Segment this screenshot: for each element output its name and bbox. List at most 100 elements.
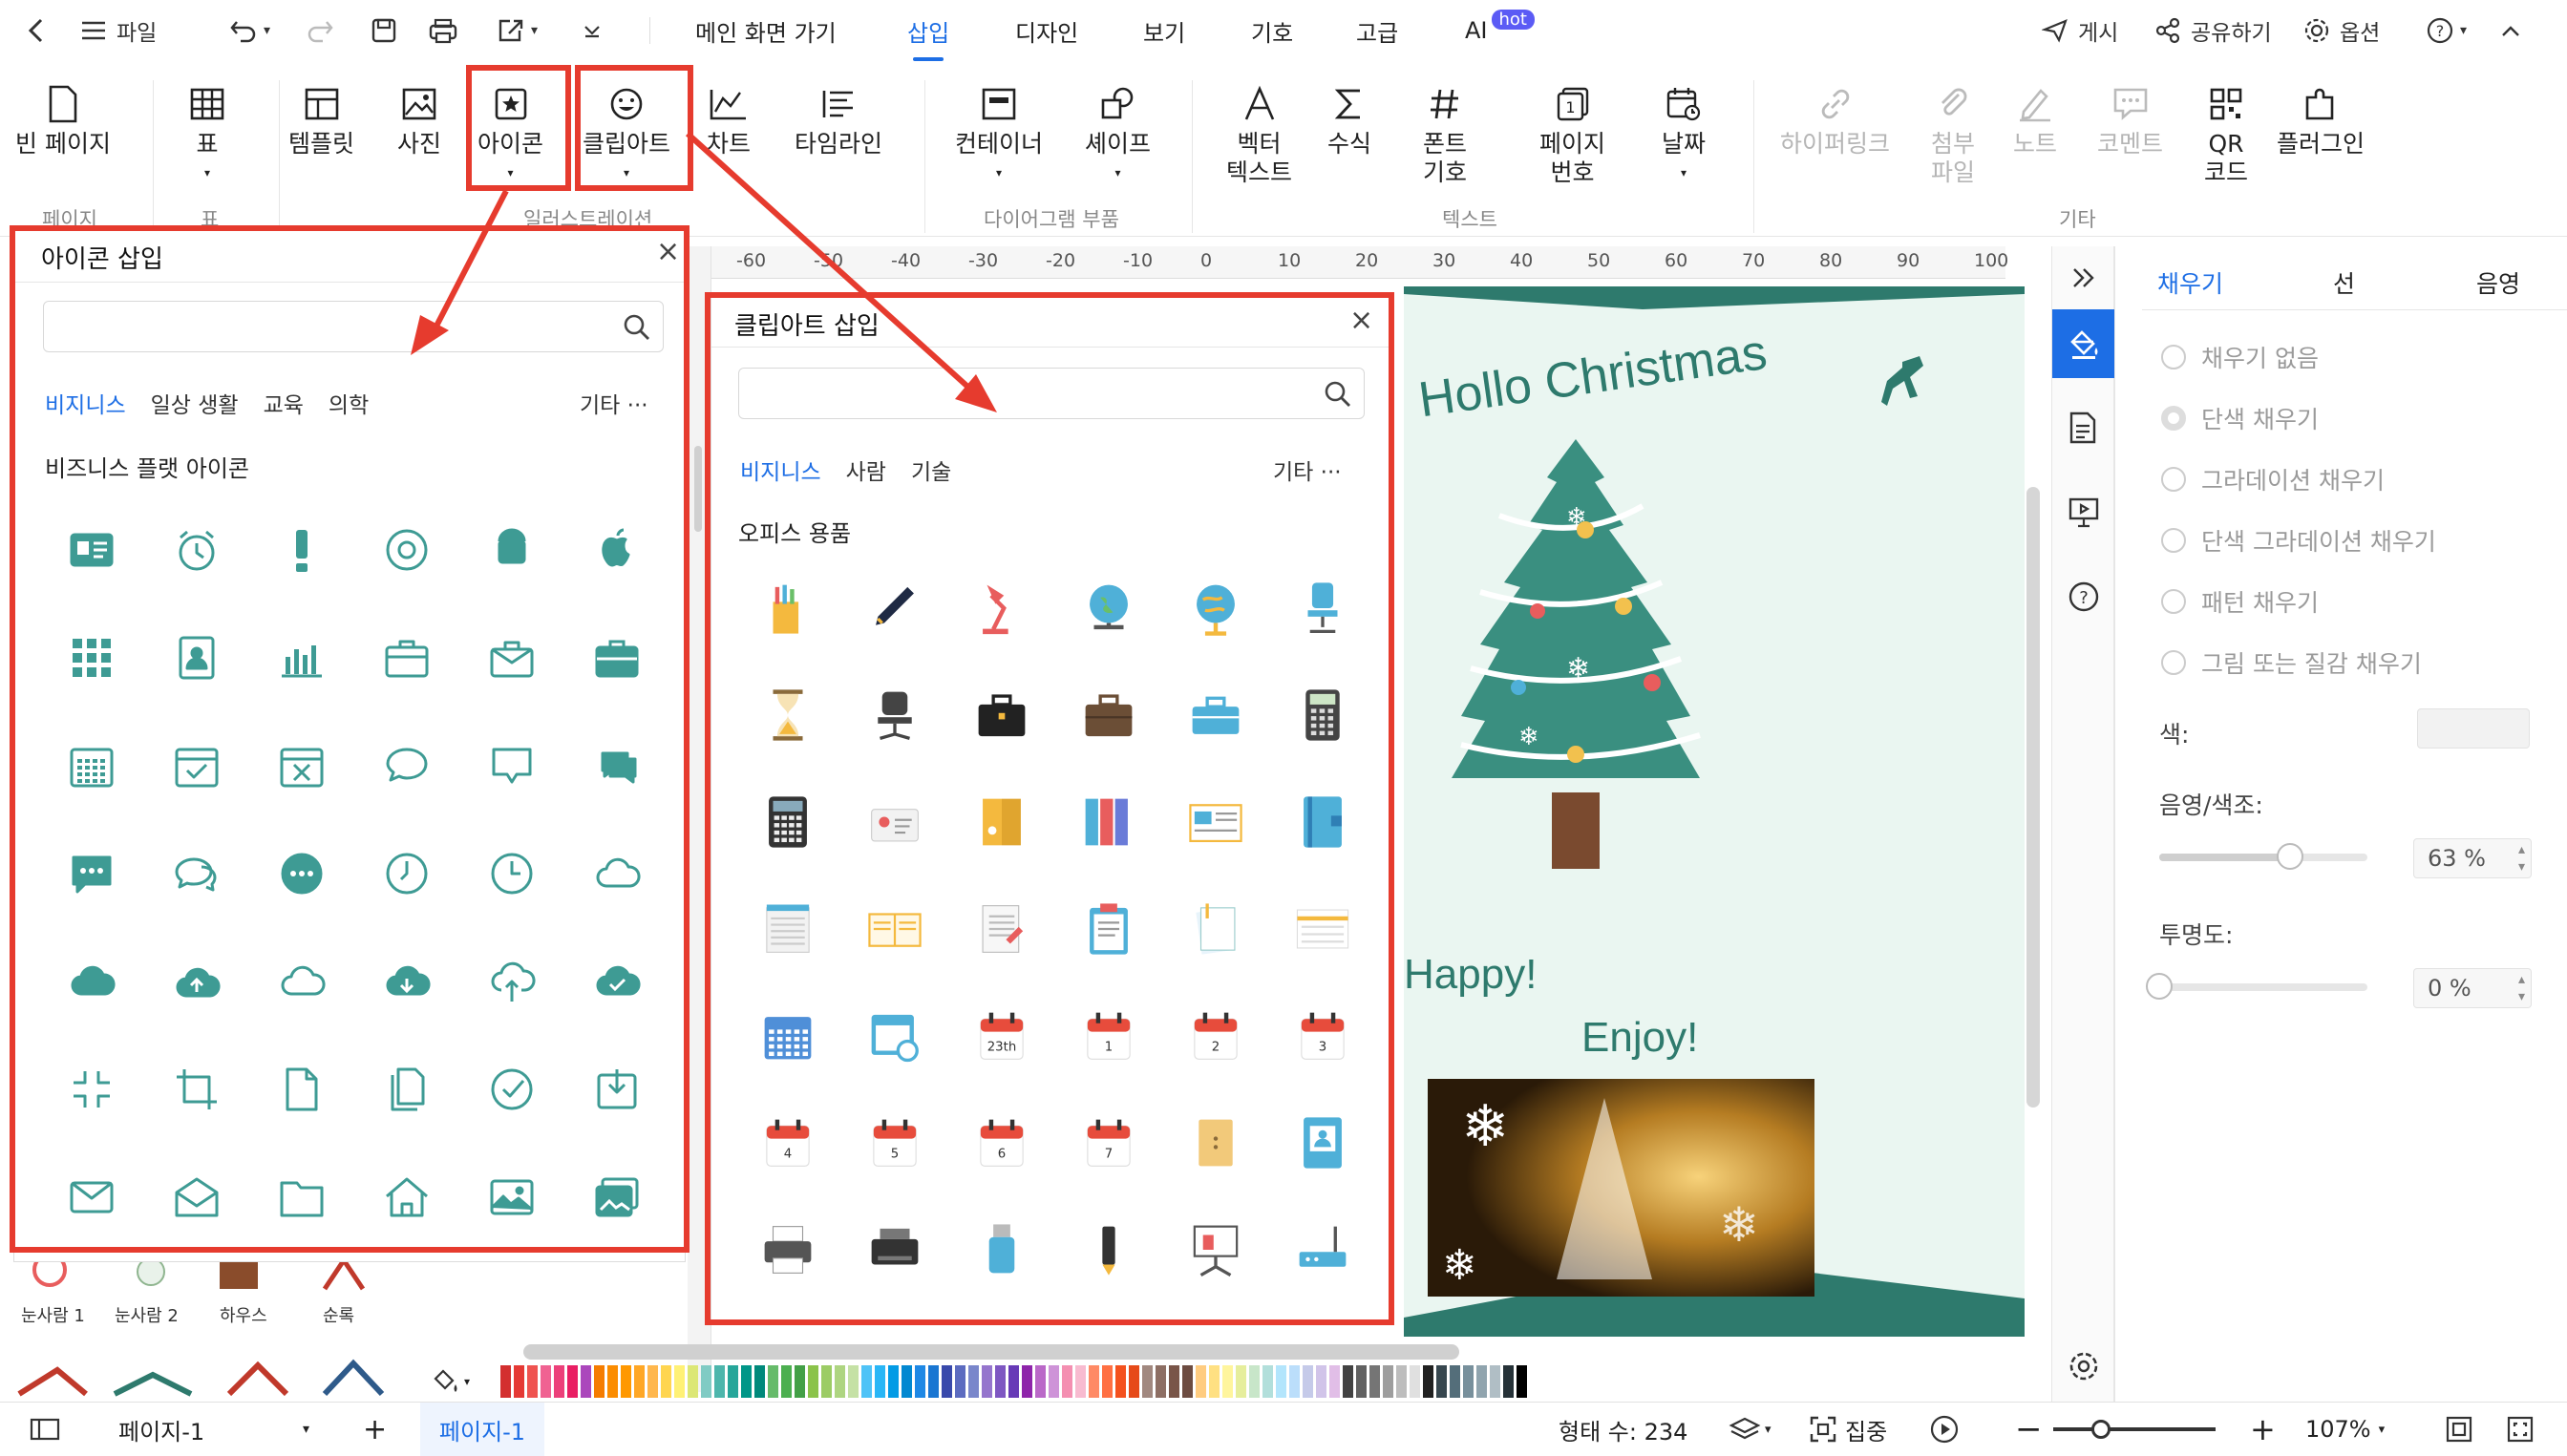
color-swatch[interactable] [1476,1365,1487,1398]
color-swatch[interactable] [1008,1365,1019,1398]
color-swatch[interactable] [915,1365,925,1398]
color-swatch[interactable] [1102,1365,1113,1398]
color-swatch[interactable] [688,1365,698,1398]
color-swatch[interactable] [821,1365,832,1398]
transparency-value-field[interactable]: 0 % ▴ ▾ [2413,968,2532,1008]
color-swatch[interactable] [500,1365,511,1398]
horizontal-scrollbar[interactable] [523,1344,1459,1360]
color-swatch[interactable] [942,1365,952,1398]
color-swatch[interactable] [1249,1365,1260,1398]
color-palette[interactable] [487,1365,1527,1398]
color-swatch[interactable] [1517,1365,1527,1398]
color-swatch[interactable] [634,1365,645,1398]
note-button[interactable]: 노트 [2013,78,2057,158]
tab-shadow[interactable]: 음영 [2476,265,2520,300]
library-item-house[interactable]: 하우스 [220,1302,267,1327]
radio[interactable] [2161,406,2186,431]
zoom-in-button[interactable]: + [2250,1403,2276,1456]
color-swatch[interactable] [848,1365,859,1398]
color-swatch[interactable] [1075,1365,1086,1398]
menu-view[interactable]: 보기 [1143,0,1185,61]
color-swatch[interactable] [835,1365,845,1398]
menu-insert[interactable]: 삽입 [907,0,949,61]
radio[interactable] [2161,589,2186,614]
color-swatch[interactable] [1423,1365,1433,1398]
radio[interactable] [2161,650,2186,675]
color-swatch[interactable] [527,1365,538,1398]
redo-icon[interactable] [306,0,334,61]
color-swatch[interactable] [982,1365,992,1398]
color-swatch[interactable] [607,1365,618,1398]
photo-button[interactable]: 사진 [397,78,441,158]
menu-design[interactable]: 디자인 [1015,0,1078,61]
color-swatch[interactable] [968,1365,979,1398]
icon-panel-scrollbar[interactable] [694,446,702,532]
add-page-button[interactable]: + [363,1403,387,1456]
page-dropdown[interactable]: 페이지-1 ▾ [118,1403,309,1456]
publish-button[interactable]: 게시 [2042,0,2118,61]
color-swatch[interactable] [1236,1365,1246,1398]
color-swatch[interactable] [768,1365,778,1398]
shade-value-field[interactable]: 63 % ▴ ▾ [2413,838,2532,878]
zoom-slider[interactable] [2053,1403,2216,1456]
container-button[interactable]: 컨테이너 ▾ [955,78,1043,187]
fullscreen-icon[interactable] [2506,1403,2535,1456]
color-swatch[interactable] [1410,1365,1420,1398]
chart-button[interactable]: 차트 [707,78,751,158]
color-swatch[interactable] [1343,1365,1353,1398]
color-swatch[interactable] [1049,1365,1059,1398]
template-button[interactable]: 템플릿 [288,78,354,158]
font-symbol-button[interactable]: 폰트 기호 [1423,78,1467,187]
transparency-slider[interactable] [2146,973,2367,1000]
attachment-button[interactable]: 첨부 파일 [1931,78,1975,187]
layers-icon[interactable]: ▾ [1729,1403,1771,1456]
fill-option-picture[interactable]: 그림 또는 질감 채우기 [2161,645,2422,680]
color-swatch[interactable] [1396,1365,1407,1398]
presentation-icon[interactable] [2068,496,2100,529]
document-icon[interactable] [2068,411,2098,445]
color-swatch[interactable] [554,1365,564,1398]
color-swatch[interactable] [1156,1365,1166,1398]
color-swatch[interactable] [1169,1365,1179,1398]
color-swatch[interactable] [1303,1365,1313,1398]
export-icon[interactable]: ▾ [497,0,538,61]
plugin-button[interactable]: 플러그인 [2277,78,2365,158]
color-swatch[interactable] [674,1365,685,1398]
library-item-reindeer[interactable]: 순록 [323,1302,354,1327]
color-swatch[interactable] [741,1365,752,1398]
color-swatch[interactable] [1329,1365,1340,1398]
tab-line[interactable]: 선 [2333,265,2355,300]
color-swatch[interactable] [594,1365,605,1398]
color-swatch[interactable] [995,1365,1006,1398]
options-button[interactable]: 옵션 [2303,0,2380,61]
back-icon[interactable] [19,0,53,61]
color-swatch[interactable] [2417,708,2530,749]
radio[interactable] [2161,345,2186,369]
color-swatch[interactable] [1436,1365,1447,1398]
share-button[interactable]: 공유하기 [2154,0,2272,61]
play-icon[interactable] [1929,1403,1960,1456]
shape-button[interactable]: 셰이프 ▾ [1085,78,1151,187]
shade-slider[interactable] [2159,843,2367,870]
tab-fill[interactable]: 채우기 [2157,265,2223,300]
menu-main-view[interactable]: 메인 화면 가기 [695,0,837,61]
fill-color-picker[interactable]: ▾ [432,1365,489,1398]
fill-option-gradient[interactable]: 그라데이션 채우기 [2161,462,2385,496]
color-swatch[interactable] [781,1365,792,1398]
vector-text-button[interactable]: 벡터 텍스트 [1226,78,1292,187]
fill-option-pattern[interactable]: 패턴 채우기 [2161,584,2319,619]
library-item-snowman2[interactable]: 눈사람 2 [115,1302,179,1327]
color-swatch[interactable] [514,1365,524,1398]
library-item-snowman1[interactable]: 눈사람 1 [21,1302,85,1327]
color-swatch[interactable] [955,1365,965,1398]
focus-button[interactable]: 집중 [1809,1403,1887,1456]
blank-page-button[interactable]: 빈 페이지 [15,78,111,158]
color-swatch[interactable] [541,1365,551,1398]
fill-option-solid-gradient[interactable]: 단색 그라데이션 채우기 [2161,523,2436,558]
fill-tool-button[interactable] [2052,309,2115,378]
color-swatch[interactable] [902,1365,912,1398]
color-swatch[interactable] [1450,1365,1460,1398]
color-swatch[interactable] [754,1365,765,1398]
color-swatch[interactable] [1022,1365,1032,1398]
color-swatch[interactable] [1089,1365,1099,1398]
